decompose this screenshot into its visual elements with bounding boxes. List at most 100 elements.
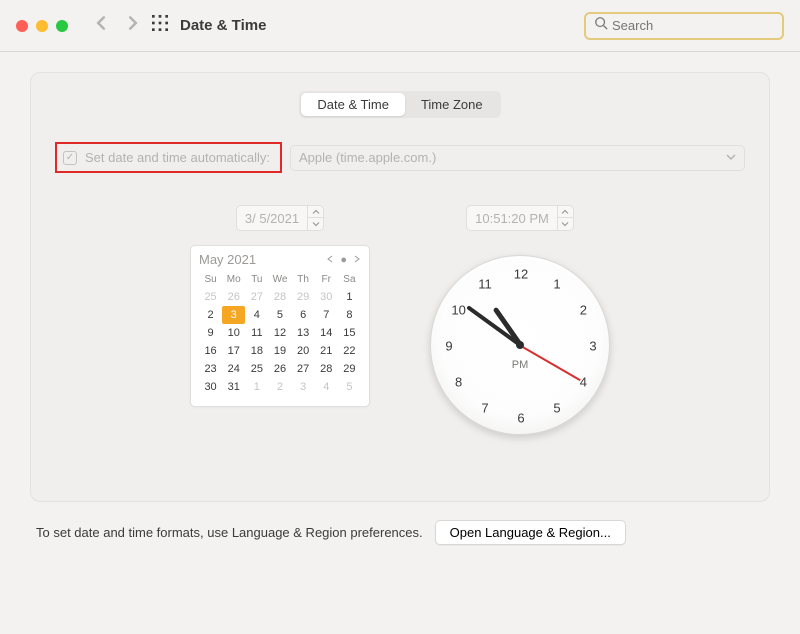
calendar-day[interactable]: 1	[245, 378, 268, 396]
clock-number: 11	[478, 276, 492, 291]
clock-number: 3	[589, 339, 596, 354]
zoom-window-button[interactable]	[56, 20, 68, 32]
titlebar: Date & Time	[0, 0, 800, 52]
calendar-day[interactable]: 16	[199, 342, 222, 360]
calendar-grid: SuMoTuWeThFrSa25262728293012345678910111…	[199, 271, 361, 396]
calendar-day-header: Mo	[222, 271, 245, 288]
calendar-day-header: Fr	[315, 271, 338, 288]
window-title: Date & Time	[180, 17, 266, 34]
calendar-day[interactable]: 8	[338, 306, 361, 324]
date-step-down[interactable]	[308, 218, 323, 230]
calendar-day[interactable]: 29	[338, 360, 361, 378]
search-input[interactable]	[612, 18, 788, 33]
calendar-day[interactable]: 25	[199, 288, 222, 306]
time-server-value: Apple (time.apple.com.)	[299, 150, 436, 165]
clock-ampm: PM	[512, 359, 529, 371]
calendar-day[interactable]: 27	[245, 288, 268, 306]
time-server-dropdown[interactable]: Apple (time.apple.com.)	[290, 145, 745, 171]
date-value: 3/ 5/2021	[237, 211, 307, 226]
date-step-up[interactable]	[308, 206, 323, 218]
time-column: 10:51:20 PM PM 121234567891011	[430, 205, 610, 435]
calendar-day[interactable]: 30	[199, 378, 222, 396]
calendar-prev[interactable]	[326, 254, 334, 266]
clock-number: 10	[451, 303, 465, 318]
date-stepper[interactable]: 3/ 5/2021	[236, 205, 324, 231]
calendar-day[interactable]: 29	[292, 288, 315, 306]
auto-checkbox[interactable]: ✓	[63, 151, 77, 165]
auto-highlight: ✓ Set date and time automatically:	[55, 142, 282, 173]
calendar-day[interactable]: 15	[338, 324, 361, 342]
calendar-day[interactable]: 6	[292, 306, 315, 324]
calendar-day[interactable]: 26	[222, 288, 245, 306]
close-window-button[interactable]	[16, 20, 28, 32]
calendar-day[interactable]: 19	[268, 342, 291, 360]
calendar-day-header: Tu	[245, 271, 268, 288]
window-controls	[16, 20, 68, 32]
second-hand	[520, 344, 581, 380]
chevron-down-icon	[726, 150, 736, 165]
forward-button[interactable]	[126, 16, 140, 35]
calendar-day-header: Th	[292, 271, 315, 288]
calendar-day[interactable]: 22	[338, 342, 361, 360]
clock-number: 4	[580, 375, 587, 390]
calendar-day[interactable]: 28	[268, 288, 291, 306]
calendar-day[interactable]: 28	[315, 360, 338, 378]
calendar-day[interactable]: 3	[222, 306, 245, 324]
time-step-up[interactable]	[558, 206, 573, 218]
calendar-day-header: We	[268, 271, 291, 288]
clock-center	[516, 341, 524, 349]
calendar-day[interactable]: 21	[315, 342, 338, 360]
preference-pane: Date & Time Time Zone ✓ Set date and tim…	[30, 72, 770, 502]
clock-number: 1	[553, 276, 560, 291]
calendar-day[interactable]: 4	[245, 306, 268, 324]
calendar-next[interactable]	[353, 254, 361, 266]
clock-number: 6	[517, 411, 524, 426]
calendar-day[interactable]: 9	[199, 324, 222, 342]
calendar-day[interactable]: 2	[268, 378, 291, 396]
show-all-button[interactable]	[152, 15, 168, 36]
minimize-window-button[interactable]	[36, 20, 48, 32]
calendar-day-header: Su	[199, 271, 222, 288]
calendar-day[interactable]: 20	[292, 342, 315, 360]
back-button[interactable]	[94, 16, 108, 35]
tab-time-zone[interactable]: Time Zone	[405, 93, 499, 116]
time-stepper[interactable]: 10:51:20 PM	[466, 205, 574, 231]
search-field[interactable]	[584, 12, 784, 40]
clock-number: 12	[514, 267, 528, 282]
calendar-day[interactable]: 11	[245, 324, 268, 342]
tab-bar: Date & Time Time Zone	[55, 91, 745, 118]
calendar-day[interactable]: 31	[222, 378, 245, 396]
nav-buttons	[94, 16, 140, 35]
calendar-day[interactable]: 10	[222, 324, 245, 342]
footer-text: To set date and time formats, use Langua…	[36, 525, 423, 540]
open-language-region-button[interactable]: Open Language & Region...	[435, 520, 626, 545]
calendar-day[interactable]: 5	[338, 378, 361, 396]
clock-number: 9	[445, 339, 452, 354]
calendar-day[interactable]: 13	[292, 324, 315, 342]
calendar-day[interactable]: 24	[222, 360, 245, 378]
calendar-day[interactable]: 14	[315, 324, 338, 342]
calendar-today[interactable]: ●	[340, 254, 347, 266]
calendar-day-header: Sa	[338, 271, 361, 288]
auto-label: Set date and time automatically:	[85, 150, 270, 165]
calendar-day[interactable]: 1	[338, 288, 361, 306]
calendar-day[interactable]: 5	[268, 306, 291, 324]
calendar-day[interactable]: 30	[315, 288, 338, 306]
calendar-day[interactable]: 23	[199, 360, 222, 378]
calendar-day[interactable]: 27	[292, 360, 315, 378]
search-icon	[594, 16, 612, 35]
tab-date-time[interactable]: Date & Time	[301, 93, 405, 116]
calendar[interactable]: May 2021 ● SuMoTuWeThFrSa252627282930123…	[190, 245, 370, 407]
calendar-day[interactable]: 4	[315, 378, 338, 396]
calendar-day[interactable]: 12	[268, 324, 291, 342]
calendar-day[interactable]: 3	[292, 378, 315, 396]
clock-number: 8	[455, 375, 462, 390]
calendar-day[interactable]: 17	[222, 342, 245, 360]
clock-number: 2	[580, 303, 587, 318]
calendar-day[interactable]: 26	[268, 360, 291, 378]
calendar-day[interactable]: 25	[245, 360, 268, 378]
calendar-day[interactable]: 18	[245, 342, 268, 360]
calendar-day[interactable]: 2	[199, 306, 222, 324]
calendar-day[interactable]: 7	[315, 306, 338, 324]
time-step-down[interactable]	[558, 218, 573, 230]
